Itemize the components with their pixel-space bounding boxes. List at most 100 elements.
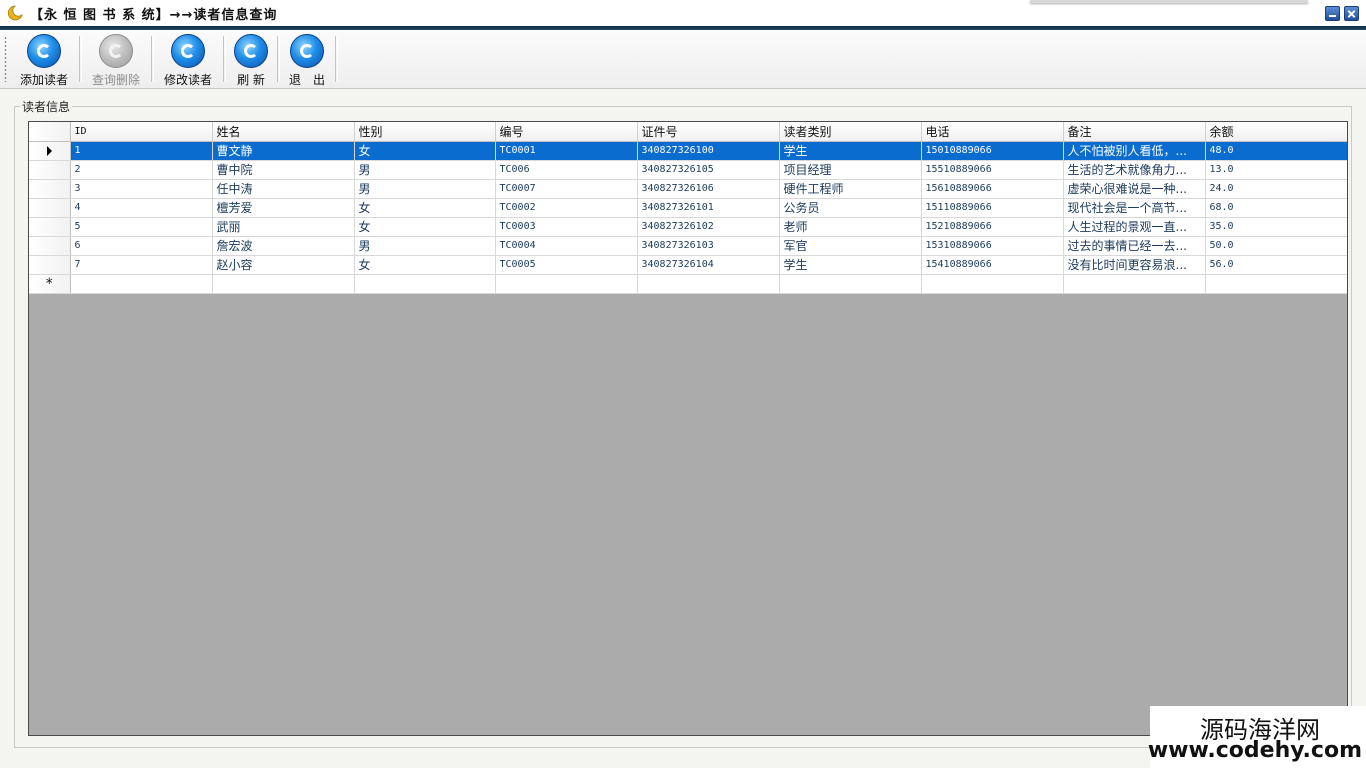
column-header-name[interactable]: 姓名: [212, 122, 355, 142]
cell-reader-type[interactable]: 老师: [779, 217, 922, 237]
cell-balance[interactable]: 35.0: [1205, 217, 1347, 237]
cell-reader-type[interactable]: 军官: [779, 236, 922, 256]
edit-reader-button[interactable]: 修改读者: [158, 32, 218, 87]
minimize-button[interactable]: [1325, 6, 1340, 21]
cell-phone[interactable]: 15410889066: [921, 255, 1064, 275]
table-row[interactable]: 2 曹中院男 TC006 340827326105 项目经理 15510889066 生活的…: [29, 160, 1347, 180]
cell-phone[interactable]: 15610889066: [921, 179, 1064, 199]
new-row-cell[interactable]: [779, 274, 922, 294]
table-row[interactable]: 4 檀芳爱女 TC0002 340827326101 公务员 15110889066 现代社…: [29, 198, 1347, 218]
column-header-code[interactable]: 编号: [495, 122, 638, 142]
cell-name[interactable]: 曹中院: [212, 160, 355, 180]
cell-gender[interactable]: 男: [354, 179, 496, 199]
cell-balance[interactable]: 68.0: [1205, 198, 1347, 218]
toolbar-grip[interactable]: [4, 36, 7, 82]
cell-name[interactable]: 詹宏波: [212, 236, 355, 256]
add-reader-button[interactable]: 添加读者: [14, 32, 74, 87]
table-row[interactable]: 3 任中涛男 TC0007 340827326106 硬件工程师 15610889066 虚…: [29, 179, 1347, 199]
row-header-cell[interactable]: [29, 141, 71, 161]
row-header-cell[interactable]: [29, 179, 71, 199]
cell-balance[interactable]: 48.0: [1205, 141, 1347, 161]
cell-cert-no[interactable]: 340827326105: [637, 160, 780, 180]
cell-cert-no[interactable]: 340827326103: [637, 236, 780, 256]
cell-id[interactable]: 1: [70, 141, 213, 161]
new-row-cell[interactable]: [495, 274, 638, 294]
cell-code[interactable]: TC0007: [495, 179, 638, 199]
column-header-reader-type[interactable]: 读者类别: [779, 122, 922, 142]
cell-gender[interactable]: 女: [354, 255, 496, 275]
new-row-cell[interactable]: [212, 274, 355, 294]
new-row-header-cell[interactable]: *: [29, 274, 71, 294]
new-row-cell[interactable]: [70, 274, 213, 294]
query-delete-button[interactable]: 查询删除: [86, 32, 146, 87]
cell-phone[interactable]: 15010889066: [921, 141, 1064, 161]
row-header-cell[interactable]: [29, 255, 71, 275]
table-row[interactable]: 6 詹宏波男 TC0004 340827326103 军官 15310889066 过去的事…: [29, 236, 1347, 256]
column-header-phone[interactable]: 电话: [921, 122, 1064, 142]
cell-phone[interactable]: 15510889066: [921, 160, 1064, 180]
cell-gender[interactable]: 女: [354, 141, 496, 161]
column-header-remark[interactable]: 备注: [1063, 122, 1206, 142]
row-header-cell[interactable]: [29, 198, 71, 218]
table-row[interactable]: 7 赵小容女 TC0005 340827326104 学生 15410889066 没有比时…: [29, 255, 1347, 275]
column-header-gender[interactable]: 性别: [354, 122, 496, 142]
cell-reader-type[interactable]: 学生: [779, 141, 922, 161]
close-button[interactable]: [1344, 6, 1359, 21]
new-row[interactable]: *: [29, 274, 1347, 294]
new-row-cell[interactable]: [1205, 274, 1347, 294]
cell-cert-no[interactable]: 340827326101: [637, 198, 780, 218]
column-header-id[interactable]: ID: [70, 122, 213, 142]
cell-name[interactable]: 赵小容: [212, 255, 355, 275]
row-header-cell[interactable]: [29, 160, 71, 180]
cell-code[interactable]: TC0002: [495, 198, 638, 218]
cell-cert-no[interactable]: 340827326106: [637, 179, 780, 199]
cell-gender[interactable]: 男: [354, 236, 496, 256]
cell-remark[interactable]: 过去的事情已经一去...: [1063, 236, 1206, 256]
cell-id[interactable]: 6: [70, 236, 213, 256]
cell-remark[interactable]: 虚荣心很难说是一种...: [1063, 179, 1206, 199]
cell-balance[interactable]: 13.0: [1205, 160, 1347, 180]
column-header-cert-no[interactable]: 证件号: [637, 122, 780, 142]
table-row[interactable]: 1 曹文静女 TC0001 340827326100 学生 15010889066 人不怕被…: [29, 141, 1347, 161]
cell-id[interactable]: 3: [70, 179, 213, 199]
cell-name[interactable]: 任中涛: [212, 179, 355, 199]
row-header-cell[interactable]: [29, 236, 71, 256]
cell-cert-no[interactable]: 340827326100: [637, 141, 780, 161]
cell-reader-type[interactable]: 学生: [779, 255, 922, 275]
new-row-cell[interactable]: [1063, 274, 1206, 294]
new-row-cell[interactable]: [354, 274, 496, 294]
new-row-cell[interactable]: [921, 274, 1064, 294]
cell-remark[interactable]: 生活的艺术就像角力...: [1063, 160, 1206, 180]
cell-reader-type[interactable]: 硬件工程师: [779, 179, 922, 199]
cell-reader-type[interactable]: 公务员: [779, 198, 922, 218]
cell-remark[interactable]: 现代社会是一个高节...: [1063, 198, 1206, 218]
cell-id[interactable]: 4: [70, 198, 213, 218]
cell-phone[interactable]: 15310889066: [921, 236, 1064, 256]
exit-button[interactable]: 退 出: [284, 32, 330, 87]
cell-balance[interactable]: 50.0: [1205, 236, 1347, 256]
reader-data-grid[interactable]: ID 姓名 性别 编号 证件号 读者类别 电话 备注 余额 1 曹文静女 TC000…: [28, 121, 1348, 736]
cell-remark[interactable]: 没有比时间更容易浪...: [1063, 255, 1206, 275]
cell-gender[interactable]: 女: [354, 217, 496, 237]
cell-code[interactable]: TC0001: [495, 141, 638, 161]
cell-remark[interactable]: 人生过程的景观一直...: [1063, 217, 1206, 237]
cell-code[interactable]: TC0004: [495, 236, 638, 256]
cell-gender[interactable]: 女: [354, 198, 496, 218]
row-header-cell[interactable]: [29, 217, 71, 237]
column-header-balance[interactable]: 余额: [1205, 122, 1347, 142]
new-row-cell[interactable]: [637, 274, 780, 294]
cell-phone[interactable]: 15210889066: [921, 217, 1064, 237]
cell-id[interactable]: 2: [70, 160, 213, 180]
cell-code[interactable]: TC006: [495, 160, 638, 180]
cell-code[interactable]: TC0003: [495, 217, 638, 237]
cell-name[interactable]: 武丽: [212, 217, 355, 237]
cell-cert-no[interactable]: 340827326102: [637, 217, 780, 237]
cell-remark[interactable]: 人不怕被别人看低，...: [1063, 141, 1206, 161]
cell-gender[interactable]: 男: [354, 160, 496, 180]
cell-reader-type[interactable]: 项目经理: [779, 160, 922, 180]
cell-name[interactable]: 曹文静: [212, 141, 355, 161]
cell-balance[interactable]: 56.0: [1205, 255, 1347, 275]
corner-header-cell[interactable]: [29, 122, 71, 142]
cell-id[interactable]: 7: [70, 255, 213, 275]
cell-name[interactable]: 檀芳爱: [212, 198, 355, 218]
